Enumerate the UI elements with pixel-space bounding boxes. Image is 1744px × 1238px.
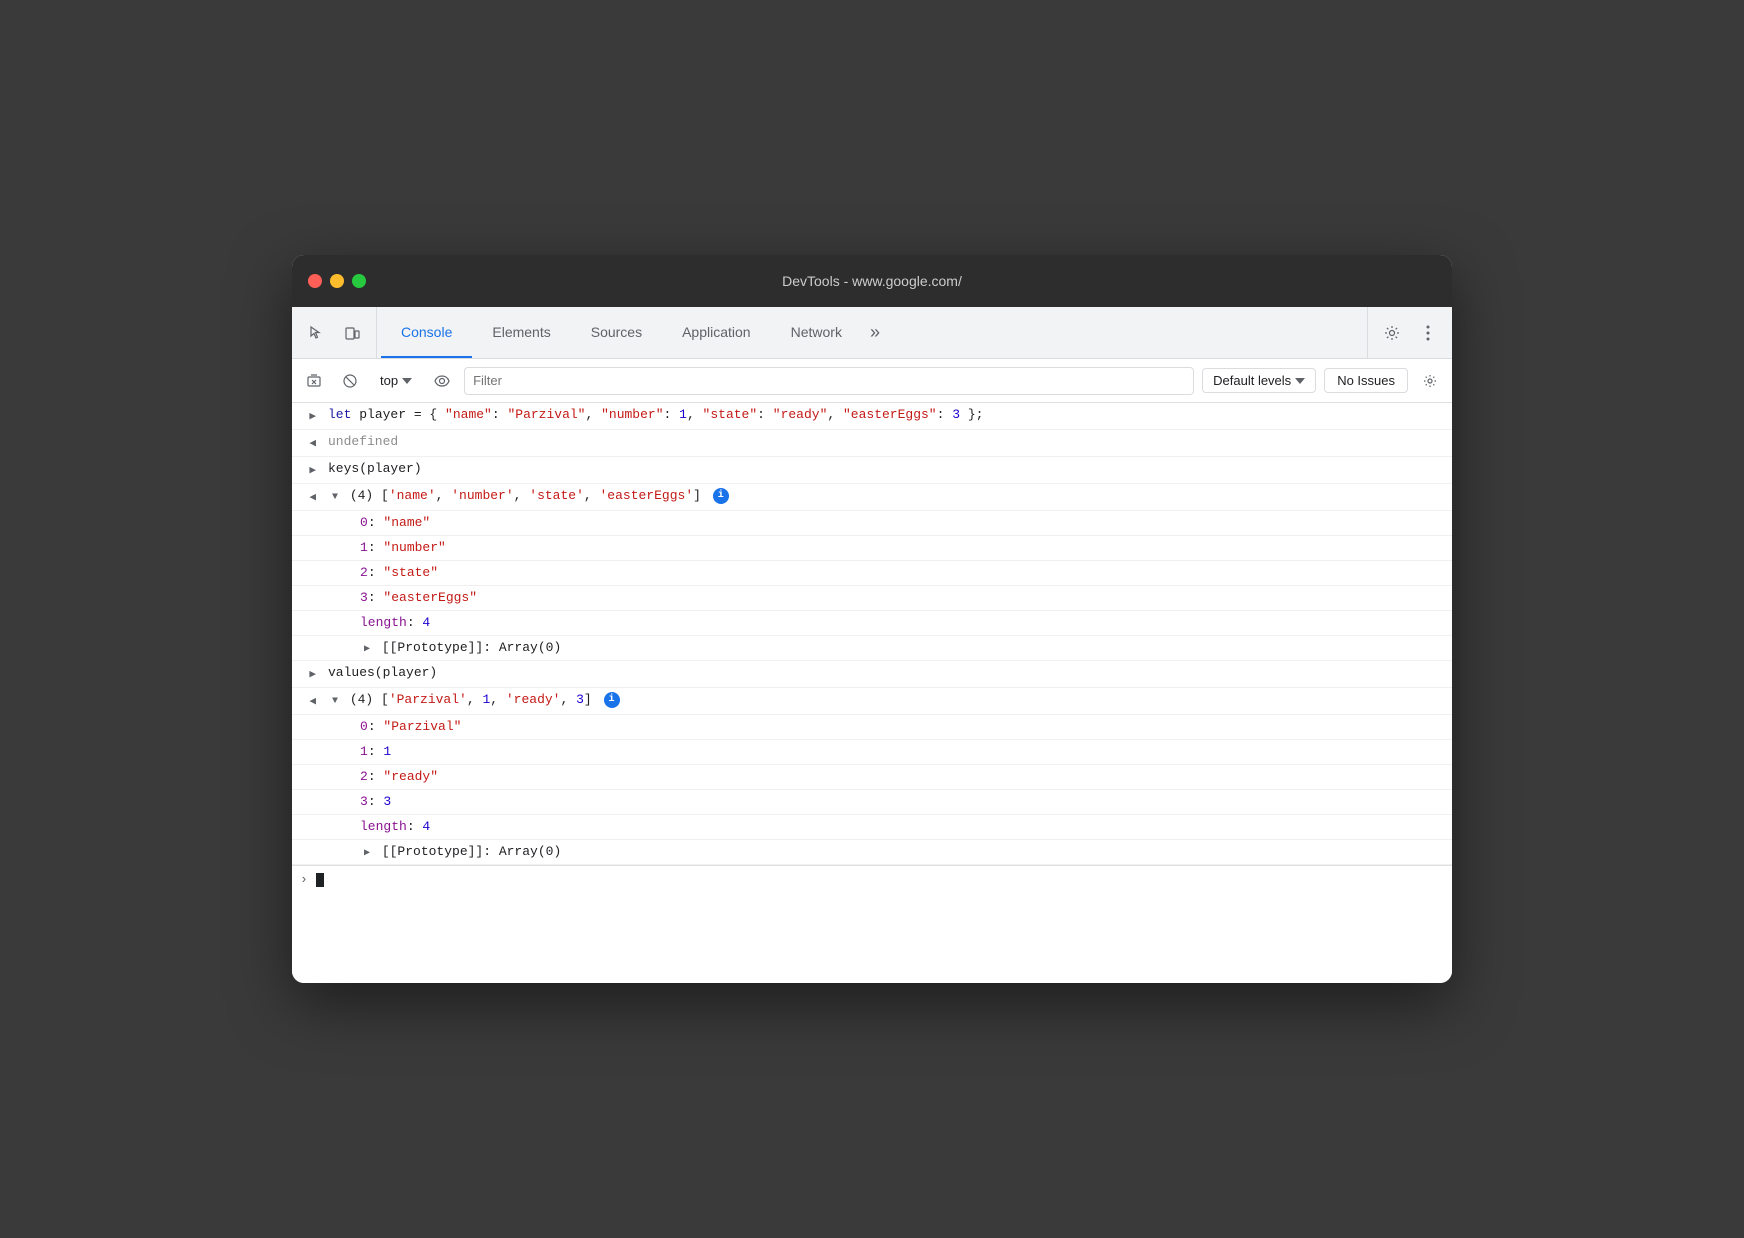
info-badge-6[interactable]: i — [604, 692, 620, 708]
block-icon — [343, 374, 357, 388]
devtools-window: DevTools - www.google.com/ Console Eleme… — [292, 255, 1452, 983]
cursor-icon — [308, 325, 324, 341]
line-content-4-1: 1: "number" — [356, 539, 1444, 557]
tab-application[interactable]: Application — [662, 307, 771, 358]
line-content-4-3: 3: "easterEggs" — [356, 589, 1444, 607]
line-prefix-3: ▶ — [292, 460, 324, 480]
info-badge-4[interactable]: i — [713, 488, 729, 504]
more-options-button[interactable] — [1412, 317, 1444, 349]
line-content-6-proto: ▶ [[Prototype]]: Array(0) — [356, 843, 1444, 861]
settings-button[interactable] — [1376, 317, 1408, 349]
console-line-4-length: length: 4 — [292, 611, 1452, 636]
expand-arrow-3[interactable]: ▶ — [309, 462, 316, 480]
line-content-5: values(player) — [324, 664, 1444, 682]
line-prefix-5: ▶ — [292, 664, 324, 684]
line-content-6-0: 0: "Parzival" — [356, 718, 1444, 736]
line-content-1: let player = { "name": "Parzival", "numb… — [324, 406, 1444, 424]
expand-arrow-5[interactable]: ▶ — [309, 666, 316, 684]
console-prompt: › — [300, 872, 308, 887]
eye-button[interactable] — [428, 367, 456, 395]
tab-console[interactable]: Console — [381, 307, 472, 358]
console-line-4-2: 2: "state" — [292, 561, 1452, 586]
more-tabs-button[interactable]: » — [862, 307, 888, 358]
tab-sources[interactable]: Sources — [571, 307, 662, 358]
line-content-2: undefined — [324, 433, 1444, 451]
console-line-4-3: 3: "easterEggs" — [292, 586, 1452, 611]
console-settings-button[interactable] — [1416, 367, 1444, 395]
console-line-6-header: ◀ ▼ (4) ['Parzival', 1, 'ready', 3] i — [292, 688, 1452, 715]
expand-arrow-1[interactable]: ▶ — [309, 408, 316, 426]
console-line-6-1: 1: 1 — [292, 740, 1452, 765]
line-prefix-6: ◀ — [292, 691, 324, 711]
line-content-4-2: 2: "state" — [356, 564, 1444, 582]
line-content-6-1: 1: 1 — [356, 743, 1444, 761]
console-line-6-length: length: 4 — [292, 815, 1452, 840]
console-line-4-proto: ▶ [[Prototype]]: Array(0) — [292, 636, 1452, 661]
context-selector[interactable]: top — [372, 369, 420, 392]
close-button[interactable] — [308, 274, 322, 288]
line-prefix-2: ◀ — [292, 433, 324, 453]
filter-bar: top Default levels No Issues — [292, 359, 1452, 403]
tab-elements[interactable]: Elements — [472, 307, 570, 358]
traffic-lights — [308, 274, 366, 288]
tab-network[interactable]: Network — [771, 307, 862, 358]
line-content-3: keys(player) — [324, 460, 1444, 478]
console-line-4-header: ◀ ▼ (4) ['name', 'number', 'state', 'eas… — [292, 484, 1452, 511]
console-output: ▶ let player = { "name": "Parzival", "nu… — [292, 403, 1452, 983]
return-arrow-2: ◀ — [309, 435, 316, 453]
line-content-6: ▼ (4) ['Parzival', 1, 'ready', 3] i — [324, 691, 1444, 709]
default-levels-button[interactable]: Default levels — [1202, 368, 1316, 393]
console-line-2: ◀ undefined — [292, 430, 1452, 457]
toolbar-right — [1367, 307, 1444, 358]
console-line-6-2: 2: "ready" — [292, 765, 1452, 790]
line-content-4-0: 0: "name" — [356, 514, 1444, 532]
filter-input-wrap — [464, 367, 1194, 395]
return-arrow-4: ◀ — [309, 489, 316, 507]
title-bar: DevTools - www.google.com/ — [292, 255, 1452, 307]
expand-arr-4[interactable]: ▼ — [328, 491, 342, 505]
console-line-6-proto: ▶ [[Prototype]]: Array(0) — [292, 840, 1452, 865]
line-content-6-2: 2: "ready" — [356, 768, 1444, 786]
line-content-4: ▼ (4) ['name', 'number', 'state', 'easte… — [324, 487, 1444, 505]
console-line-3: ▶ keys(player) — [292, 457, 1452, 484]
line-content-6-3: 3: 3 — [356, 793, 1444, 811]
tab-bar: Console Elements Sources Application Net… — [292, 307, 1452, 359]
console-input-line: › — [292, 865, 1452, 893]
console-line-1: ▶ let player = { "name": "Parzival", "nu… — [292, 403, 1452, 430]
console-line-5: ▶ values(player) — [292, 661, 1452, 688]
device-icon — [344, 325, 360, 341]
window-title: DevTools - www.google.com/ — [782, 273, 962, 289]
inspect-element-button[interactable] — [300, 317, 332, 349]
expand-arr-6[interactable]: ▼ — [328, 695, 342, 709]
no-issues-button[interactable]: No Issues — [1324, 368, 1408, 393]
gear-icon — [1423, 374, 1437, 388]
line-content-6-length: length: 4 — [356, 818, 1444, 836]
chevron-down-icon — [1295, 378, 1305, 384]
ellipsis-icon — [1426, 325, 1430, 341]
device-toolbar-button[interactable] — [336, 317, 368, 349]
line-prefix-4: ◀ — [292, 487, 324, 507]
proto-expand-4[interactable]: ▶ — [360, 643, 374, 657]
eye-icon — [434, 375, 450, 387]
console-line-6-3: 3: 3 — [292, 790, 1452, 815]
toolbar-icons — [300, 307, 377, 358]
tabs: Console Elements Sources Application Net… — [381, 307, 1363, 358]
clear-icon — [307, 374, 321, 388]
maximize-button[interactable] — [352, 274, 366, 288]
line-content-4-proto: ▶ [[Prototype]]: Array(0) — [356, 639, 1444, 657]
console-cursor — [316, 873, 324, 887]
console-line-4-1: 1: "number" — [292, 536, 1452, 561]
return-arrow-6: ◀ — [309, 693, 316, 711]
chevron-down-icon — [402, 378, 412, 384]
clear-console-button[interactable] — [300, 367, 328, 395]
block-icon-button[interactable] — [336, 367, 364, 395]
line-content-4-length: length: 4 — [356, 614, 1444, 632]
filter-input[interactable] — [473, 373, 1185, 388]
proto-expand-6[interactable]: ▶ — [360, 847, 374, 861]
console-line-4-0: 0: "name" — [292, 511, 1452, 536]
minimize-button[interactable] — [330, 274, 344, 288]
gear-icon — [1384, 325, 1400, 341]
console-line-6-0: 0: "Parzival" — [292, 715, 1452, 740]
line-prefix-1: ▶ — [292, 406, 324, 426]
